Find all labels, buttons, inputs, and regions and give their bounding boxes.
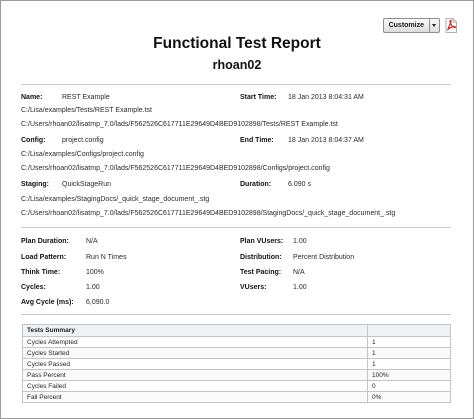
vusers-value: 1.00	[293, 284, 307, 291]
row-value: 0%	[367, 391, 451, 403]
plan-duration-label: Plan Duration:	[21, 238, 69, 245]
table-row: Fail Percent 0%	[22, 391, 451, 403]
table-row: Cycles Started 1	[22, 347, 451, 359]
row-value: 1	[367, 336, 451, 348]
chevron-down-icon[interactable]	[429, 19, 439, 32]
think-time-value: 100%	[86, 269, 104, 276]
pdf-icon[interactable]	[445, 18, 457, 33]
row-label: Cycles Attempted	[22, 336, 368, 348]
staging-local-path: C:/Users/rhoan02/lisatmp_7.0/lads/F56252…	[21, 210, 396, 217]
row-label: Cycles Started	[22, 347, 368, 359]
row-value: 1	[367, 347, 451, 359]
report-frame: Customize Functional Test Report rhoan02…	[0, 0, 474, 419]
think-time-label: Think Time:	[21, 269, 61, 276]
staging-value: QuickStageRun	[62, 181, 112, 188]
plan-vusers-label: Plan VUsers:	[240, 238, 284, 245]
report-toolbar: Customize	[382, 18, 457, 33]
row-label: Cycles Passed	[22, 358, 368, 370]
test-path: C:/Lisa/examples/Tests/REST Example.tst	[21, 107, 152, 114]
staging-path: C:/Lisa/examples/StagingDocs/_quick_stag…	[21, 196, 210, 203]
divider	[21, 84, 451, 85]
name-value: REST Example	[62, 94, 110, 101]
row-label: Pass Percent	[22, 369, 368, 381]
row-value: 100%	[367, 369, 451, 381]
config-value: project.config	[62, 137, 104, 144]
avg-cycle-value: 6,090.0	[86, 299, 110, 306]
distribution-label: Distribution:	[240, 254, 282, 261]
duration-label: Duration:	[240, 181, 272, 188]
customize-label: Customize	[388, 22, 424, 29]
vusers-label: VUsers:	[240, 284, 267, 291]
row-label: Fail Percent	[22, 391, 368, 403]
start-time-label: Start Time:	[240, 94, 277, 101]
report-title: Functional Test Report	[153, 35, 321, 52]
config-local-path: C:/Users/rhoan02/lisatmp_7.0/lads/F56252…	[21, 165, 330, 172]
tests-summary-table: Tests Summary Cycles Attempted 1 Cycles …	[22, 324, 451, 403]
config-path: C:/Lisa/examples/Configs/project.config	[21, 151, 144, 158]
distribution-value: Percent Distribution	[293, 254, 355, 261]
row-label: Cycles Failed	[22, 380, 368, 392]
report-subtitle: rhoan02	[212, 58, 262, 72]
table-row: Cycles Failed 0	[22, 380, 451, 392]
test-local-path: C:/Users/rhoan02/lisatmp_7.0/lads/F56252…	[21, 121, 338, 128]
config-label: Config:	[21, 137, 46, 144]
divider	[21, 314, 451, 315]
test-pacing-label: Test Pacing:	[240, 269, 282, 276]
cycles-label: Cycles:	[21, 284, 46, 291]
test-pacing-value: N/A	[293, 269, 305, 276]
staging-label: Staging:	[21, 181, 49, 188]
end-time-label: End Time:	[240, 137, 274, 144]
row-value: 1	[367, 358, 451, 370]
tests-summary-header: Tests Summary	[22, 324, 368, 337]
divider	[21, 227, 451, 228]
table-header-value	[367, 324, 451, 337]
start-time-value: 18 Jan 2013 8:04:31 AM	[288, 94, 364, 101]
row-value: 0	[367, 380, 451, 392]
avg-cycle-label: Avg Cycle (ms):	[21, 299, 74, 306]
table-header-row: Tests Summary	[22, 324, 451, 337]
table-row: Cycles Attempted 1	[22, 336, 451, 348]
table-row: Cycles Passed 1	[22, 358, 451, 370]
cycles-value: 1.00	[86, 284, 100, 291]
plan-vusers-value: 1.00	[293, 238, 307, 245]
load-pattern-value: Run N Times	[86, 254, 127, 261]
table-row: Pass Percent 100%	[22, 369, 451, 381]
load-pattern-label: Load Pattern:	[21, 254, 67, 261]
customize-button[interactable]: Customize	[382, 18, 440, 33]
plan-duration-value: N/A	[86, 238, 98, 245]
name-label: Name:	[21, 94, 43, 101]
duration-value: 6.090 s	[288, 181, 311, 188]
end-time-value: 18 Jan 2013 8:04:37 AM	[288, 137, 364, 144]
